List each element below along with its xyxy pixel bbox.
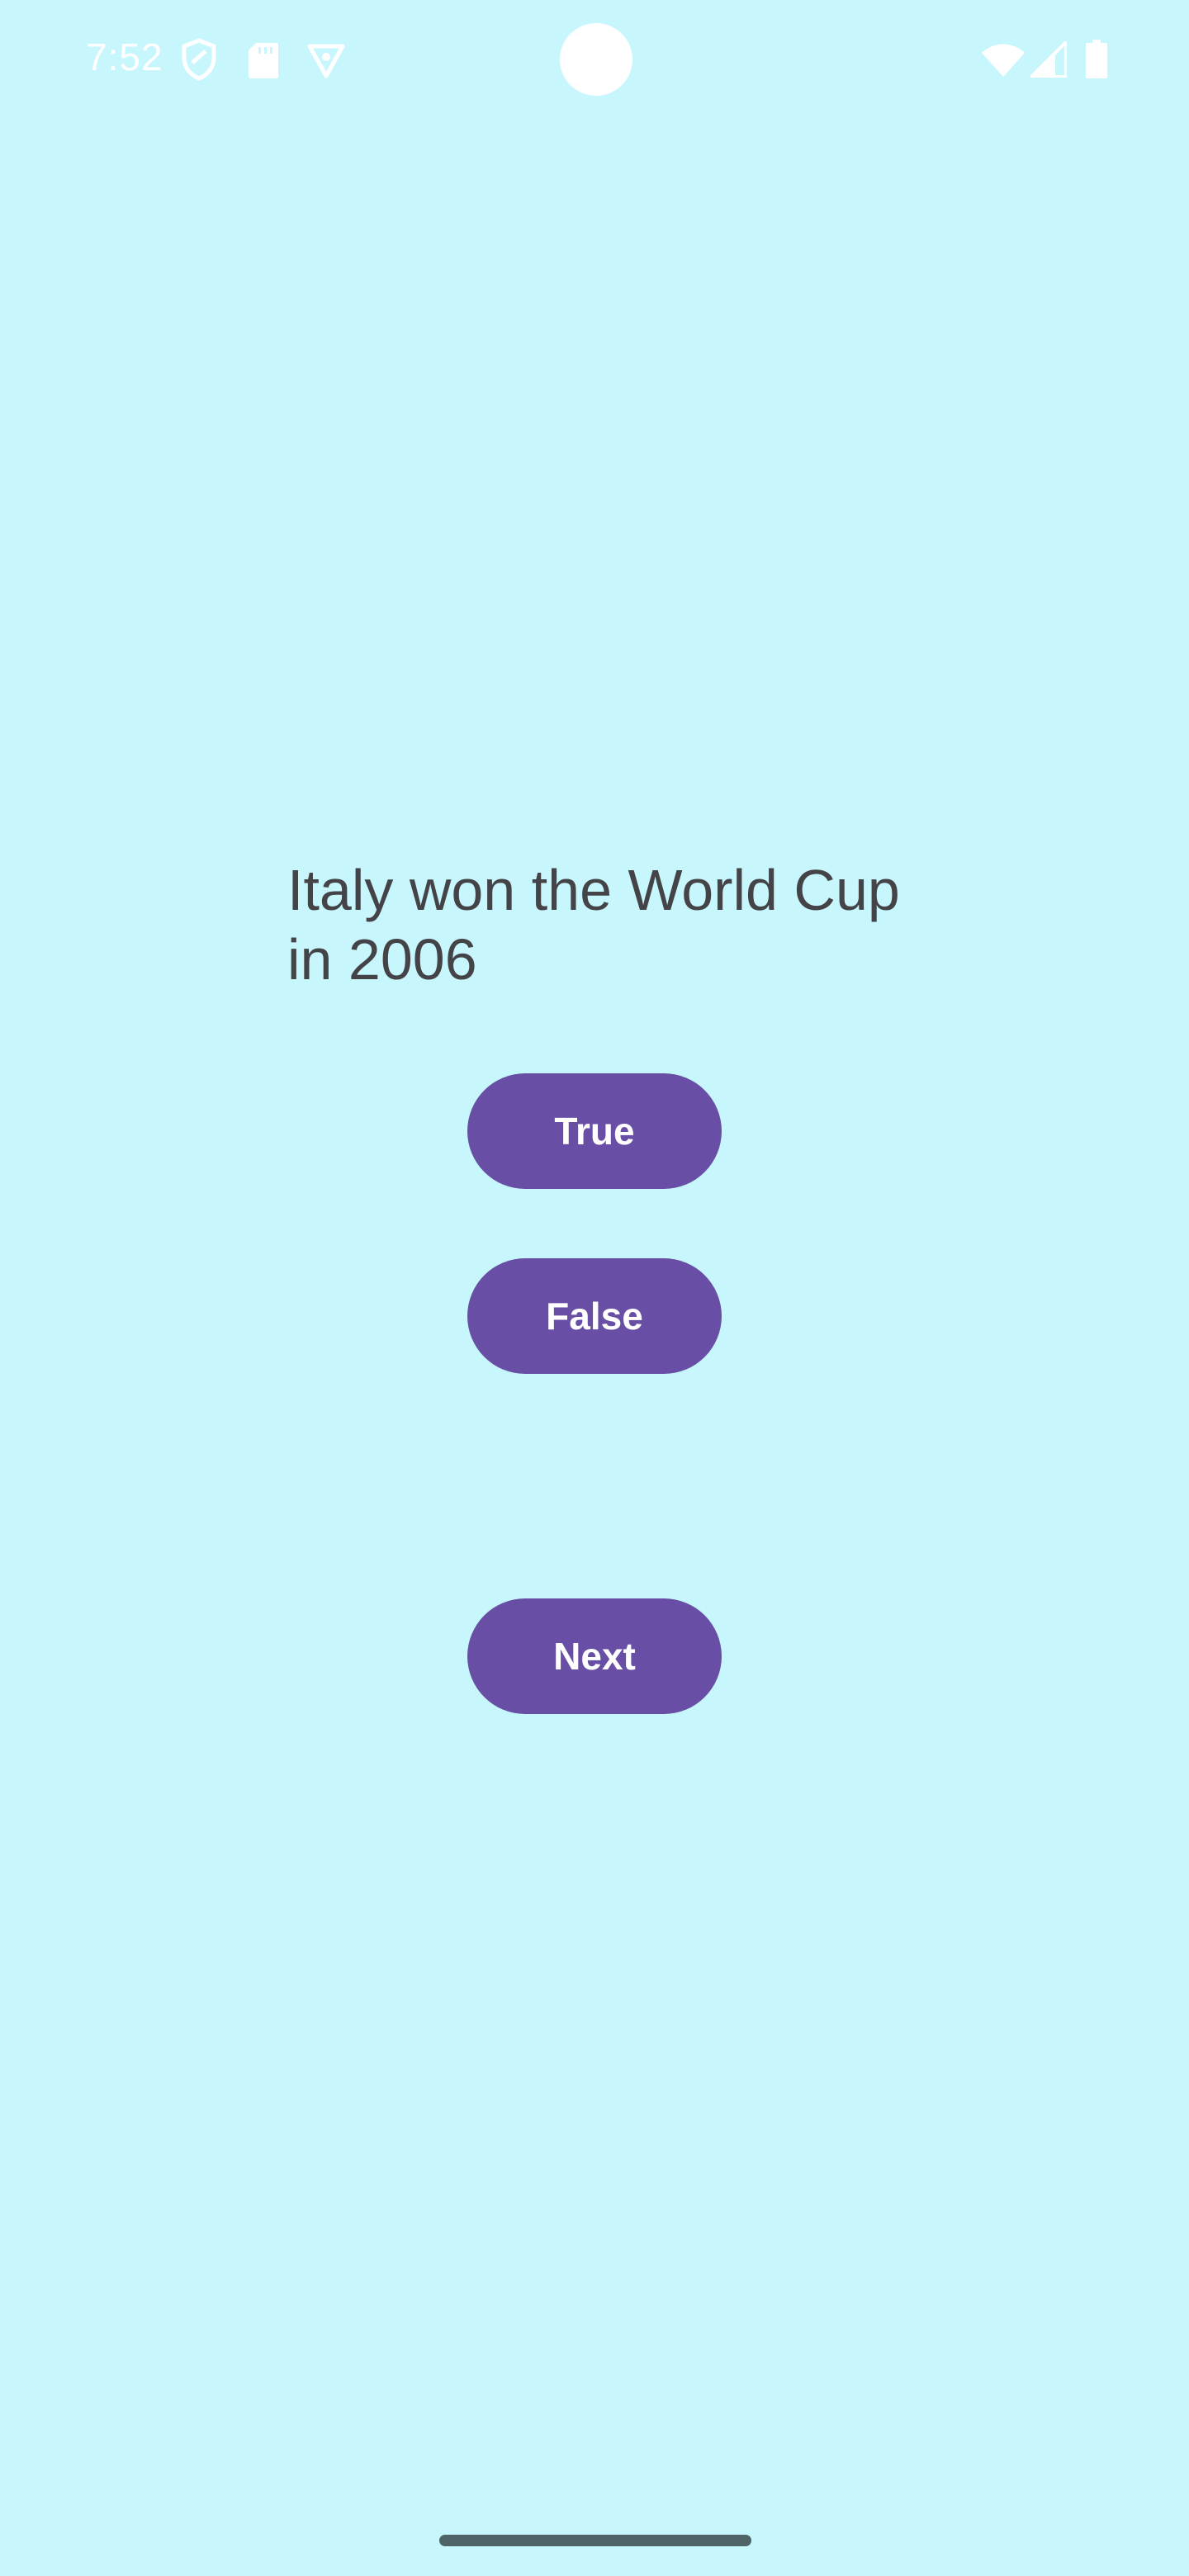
next-button[interactable]: Next <box>467 1598 722 1714</box>
battery-icon <box>1085 40 1108 83</box>
shield-icon <box>180 38 218 85</box>
status-time: 7:52 <box>86 36 163 78</box>
signal-icon <box>1030 40 1068 82</box>
camera-cutout <box>560 23 632 96</box>
true-button[interactable]: True <box>467 1073 722 1189</box>
false-button[interactable]: False <box>467 1258 722 1374</box>
home-indicator[interactable] <box>439 2535 751 2546</box>
sd-card-icon <box>248 41 279 83</box>
status-bar: 7:52 <box>0 0 1189 116</box>
vpn-icon <box>307 41 345 83</box>
question-text: Italy won the World Cup in 2006 <box>287 858 900 992</box>
wifi-icon <box>981 43 1026 82</box>
